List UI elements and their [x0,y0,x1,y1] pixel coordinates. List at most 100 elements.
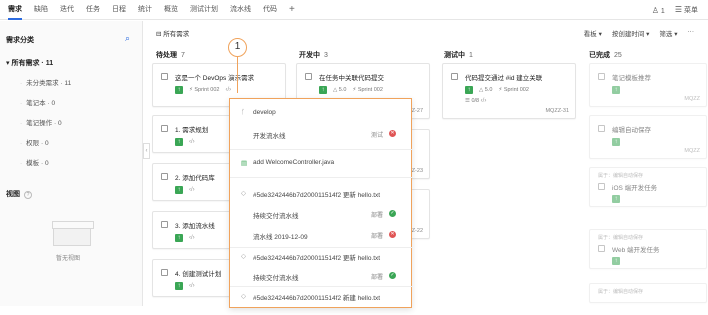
sidebar-item-note-ops[interactable]: · 笔记操作 · 0 [20,117,62,127]
tab-iterations[interactable]: 迭代 [60,0,74,20]
bullet-icon: · [20,100,23,107]
tab-code[interactable]: 代码 [263,0,277,20]
search-icon[interactable]: ⌕ [125,33,130,44]
card-checkbox[interactable] [598,73,605,80]
requirement-badge-icon: ↑ [612,86,620,94]
menu-label: 菜单 [684,7,698,14]
sprint-label: Sprint 002 [503,87,529,93]
column-title: 开发中 [299,52,320,59]
done-card[interactable]: 编辑自动保存 ↑ MQZZ [589,115,707,159]
story-points: △ 5.0 [479,87,493,93]
card-checkbox[interactable] [598,183,605,190]
tab-pipeline[interactable]: 流水线 [230,0,251,20]
file-icon: ▤ [241,160,248,167]
success-status-icon: ✓ [389,272,396,279]
sidebar-item-notebook[interactable]: · 笔记本 · 0 [20,97,55,107]
commit-message: #5de3242446b7d200011514f2 新建 hello.txt [253,295,381,302]
card-checkbox[interactable] [161,269,168,276]
pipeline-name: 开发流水线 [253,133,286,140]
filter-button[interactable]: 筛选 ▾ [659,28,677,38]
sidebar-all-label: 所有需求 · 11 [11,60,54,67]
done-card[interactable]: 属于：编辑自动保存 [589,283,707,303]
branch-icon: ᚴ [241,109,245,116]
requirement-badge-icon: ↑ [319,86,327,94]
sort-select[interactable]: 按创建时间 ▾ [612,28,650,38]
subtask-progress-value: 0/8 [471,98,480,104]
card-checkbox[interactable] [598,245,605,252]
card-checkbox[interactable] [305,73,312,80]
collapse-sidebar-icon[interactable]: ‹ [143,143,150,159]
annotation-marker: 1 [228,38,247,57]
card-checkbox[interactable] [161,73,168,80]
pipeline-stage: 部署 [371,213,384,219]
sidebar-item-uncategorized[interactable]: · 未分类需求 · 11 [20,77,71,87]
menu-button[interactable]: ☰ 菜单 [675,5,698,15]
done-card[interactable]: 笔记模板推荐 ↑ MQZZ [589,63,707,107]
commit-icon: ◇ [241,293,246,300]
story-points-value: 5.0 [338,87,347,93]
column-title: 待处理 [156,52,177,59]
column-test-title: 测试中 1 [444,50,473,60]
tab-tasks[interactable]: 任务 [86,0,100,20]
tab-overview[interactable]: 概览 [164,0,178,20]
column-dev-title: 开发中 3 [299,50,328,60]
parent-label: 属于：编辑自动保存 [598,173,644,179]
card-meta: ↑ ‹/› [175,138,195,146]
pipeline-stage: 部署 [371,234,384,240]
code-icon[interactable]: ‹/› [481,98,487,104]
requirement-badge-icon: ↑ [612,195,620,203]
requirement-badge-icon: ↑ [612,257,620,265]
done-card[interactable]: 属于：编辑自动保存 Web 端开发任务 ↑ [589,229,707,269]
bullet-icon: · [20,140,23,147]
divider [230,286,413,287]
card-checkbox[interactable] [451,73,458,80]
tab-requirements[interactable]: 需求 [8,0,22,20]
card-checkbox[interactable] [161,125,168,132]
test-card[interactable]: 代码提交通过 #id 建立关联 ↑ △ 5.0 ⚡ Sprint 002 ☰ 0… [442,63,576,119]
card-title: 笔记模板推荐 [612,75,651,82]
card-checkbox[interactable] [161,221,168,228]
menu-icon: ☰ [674,5,682,14]
tab-schedule[interactable]: 日程 [112,0,126,20]
board-controls: 看板 ▾ 按创建时间 ▾ 筛选 ▾ ··· [584,28,694,38]
code-icon[interactable]: ‹/› [189,283,195,289]
card-checkbox[interactable] [598,125,605,132]
help-icon[interactable]: ? [24,191,32,199]
column-count: 25 [614,52,622,59]
sprint-tag: ⚡ Sprint 002 [498,87,529,93]
sidebar-item-templates[interactable]: · 模板 · 0 [20,157,49,167]
column-count: 3 [324,52,328,59]
more-button[interactable]: ··· [688,28,695,38]
top-right-controls: ♙ 1 ☰ 菜单 [652,0,698,20]
board-view-select[interactable]: 看板 ▾ [584,28,602,38]
sidebar-item-label: 未分类需求 · 11 [26,80,72,87]
empty-box-icon [52,221,94,246]
code-icon[interactable]: ‹/› [189,187,195,193]
filter-label: 筛选 [659,31,673,38]
add-tab-button[interactable]: + [289,0,295,20]
sidebar-item-permissions[interactable]: · 权限 · 0 [20,137,49,147]
annotation-leader-line [237,53,238,93]
pipeline-stage: 部署 [371,275,384,281]
code-icon[interactable]: ‹/› [225,87,231,93]
divider [230,247,413,248]
requirement-badge-icon: ↑ [175,282,183,290]
members-button[interactable]: ♙ 1 [652,6,665,15]
sidebar-item-label: 笔记本 · 0 [26,100,56,107]
card-title: 1. 需求规划 [175,127,209,134]
sprint-label: Sprint 002 [194,87,220,93]
all-requirements-label: 所有需求 [163,31,190,38]
all-requirements-filter[interactable]: ⊟ 所有需求 [156,28,189,38]
tab-statistics[interactable]: 统计 [138,0,152,20]
subtask-progress: ☰ 0/8 ‹/› [465,98,487,104]
card-checkbox[interactable] [161,173,168,180]
requirement-badge-icon: ↑ [175,86,183,94]
sprint-label: Sprint 002 [357,87,383,93]
sidebar-item-all[interactable]: ▾ 所有需求 · 11 [6,58,53,68]
done-card[interactable]: 属于：编辑自动保存 iOS 端开发任务 ↑ [589,167,707,207]
card-title: Web 端开发任务 [612,247,660,254]
code-icon[interactable]: ‹/› [189,139,195,145]
tab-test-plan[interactable]: 测试计划 [190,0,218,20]
tab-defects[interactable]: 缺陷 [34,0,48,20]
code-icon[interactable]: ‹/› [189,235,195,241]
